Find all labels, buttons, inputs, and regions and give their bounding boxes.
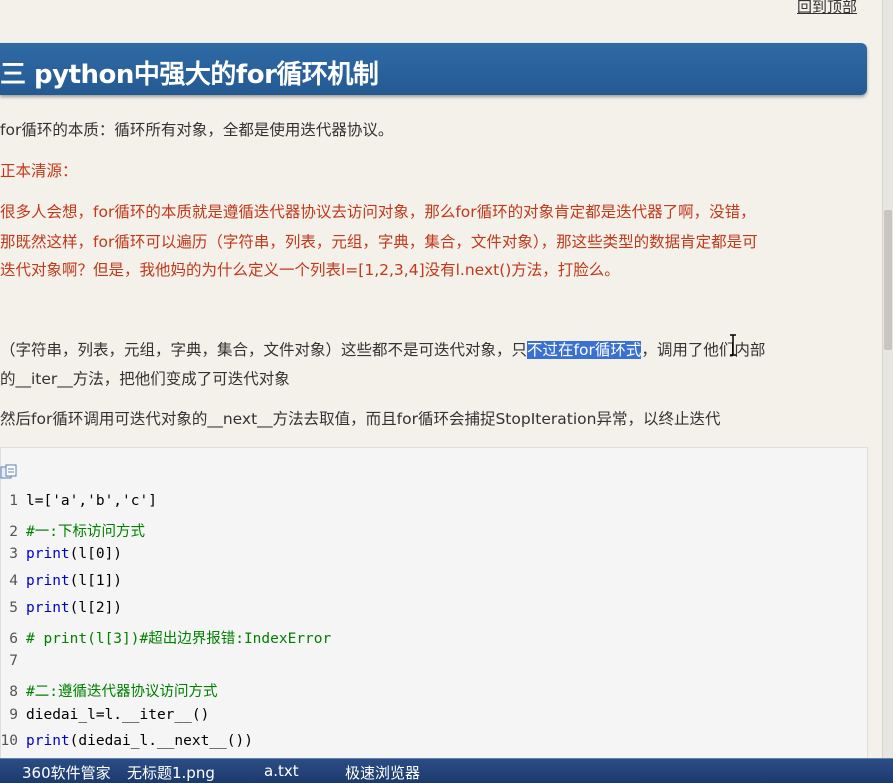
paragraph-question-line1: 很多人会想，for循环的本质就是遵循迭代器协议去访问对象，那么for循环的对象肯… <box>0 203 756 221</box>
code-token: (l[0]) <box>69 546 123 563</box>
text-cursor-icon <box>730 334 736 356</box>
paragraph-next: 然后for循环调用可迭代对象的__next__方法去取值，而且for循环会捕捉S… <box>0 410 721 428</box>
code-token: (l[1]) <box>69 573 123 590</box>
vertical-scrollbar[interactable] <box>882 0 893 758</box>
code-token: #二:遵循迭代器协议访问方式 <box>26 683 218 700</box>
code-line: 7 <box>0 653 26 679</box>
line-number: 9 <box>9 706 18 723</box>
code-token: print <box>26 599 70 616</box>
code-token: print <box>26 573 70 590</box>
subheading-zhengben: 正本清源： <box>0 162 78 180</box>
taskbar-item-image[interactable]: 无标题1.png <box>127 762 215 783</box>
line-number: 10 <box>0 733 18 750</box>
line-number: 4 <box>9 573 18 590</box>
code-token: (diedai_l.__next__()) <box>69 733 253 750</box>
line-number: 6 <box>9 630 18 647</box>
answer-text-pre: （字符串，列表，元组，字典，集合，文件对象）这些都不是可迭代对象，只 <box>0 341 528 359</box>
back-to-top-link[interactable]: 回到顶部 <box>797 0 857 17</box>
paragraph-question-line2: 那既然这样，for循环可以遍历（字符串，列表，元组，字典，集合，文件对象），那这… <box>0 233 758 251</box>
line-number: 1 <box>9 493 18 509</box>
code-token: l=['a','b','c'] <box>26 493 157 509</box>
paragraph-answer-line2: 的__iter__方法，把他们变成了可迭代对象 <box>0 370 290 388</box>
section-title: 三 python中强大的for循环机制 <box>0 60 379 90</box>
taskbar-item-browser[interactable]: 极速浏览器 <box>345 762 420 783</box>
scrollbar-thumb[interactable] <box>884 210 892 350</box>
code-token: # print(l[3])#超出边界报错:IndexError <box>26 630 332 647</box>
code-line: 6 # print(l[3])#超出边界报错:IndexError <box>0 627 331 653</box>
code-token: print <box>26 546 70 563</box>
copy-code-icon[interactable] <box>0 464 18 480</box>
code-token: #一:下标访问方式 <box>26 523 145 540</box>
code-line: 2 #一:下标访问方式 <box>0 520 145 546</box>
taskbar-item-txt[interactable]: a.txt <box>264 762 299 780</box>
paragraph-question-line3: 迭代对象啊？但是，我他妈的为什么定义一个列表l=[1,2,3,4]没有l.nex… <box>0 261 620 279</box>
line-number: 8 <box>9 683 18 700</box>
line-number: 3 <box>9 546 18 563</box>
code-line: 4 print(l[1]) <box>0 573 122 599</box>
paragraph-intro: for循环的本质：循环所有对象，全都是使用迭代器协议。 <box>0 121 394 139</box>
selected-text[interactable]: 不过在for循环式 <box>527 341 642 359</box>
code-line: 1 l=['a','b','c'] <box>0 493 157 519</box>
section-title-bar: 三 python中强大的for循环机制 <box>0 43 867 95</box>
code-line: 8 #二:遵循迭代器协议访问方式 <box>0 680 217 706</box>
taskbar: 360软件管家 无标题1.png a.txt 极速浏览器 <box>0 758 893 783</box>
taskbar-item-360[interactable]: 360软件管家 <box>22 762 111 783</box>
line-number: 7 <box>9 653 18 670</box>
code-line: 9 diedai_l=l.__iter__() <box>0 707 209 733</box>
code-token: print <box>26 733 70 750</box>
code-line: 5 print(l[2]) <box>0 600 122 626</box>
code-token: diedai_l=l.__iter__() <box>26 706 210 723</box>
line-number: 5 <box>9 599 18 616</box>
line-number: 2 <box>9 523 18 540</box>
code-line: 3 print(l[0]) <box>0 546 122 572</box>
code-token: (l[2]) <box>69 599 123 616</box>
answer-text-post: ，调用了他们内部 <box>641 341 766 359</box>
code-line: 10 print(diedai_l.__next__()) <box>0 733 253 759</box>
paragraph-answer-line1[interactable]: （字符串，列表，元组，字典，集合，文件对象）这些都不是可迭代对象，只不过在for… <box>0 338 765 360</box>
